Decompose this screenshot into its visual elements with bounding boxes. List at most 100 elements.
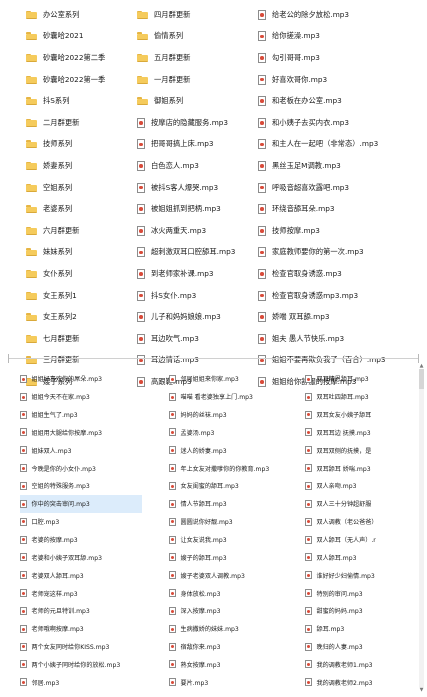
audio-file-item[interactable]: 给你搓澡.mp3 <box>258 26 418 48</box>
audio-file-item[interactable]: 谁好好少妇偷情.mp3 <box>305 566 411 584</box>
audio-file-item[interactable]: 嫂子老婆双人调教.mp3 <box>169 566 294 584</box>
audio-file-item[interactable]: 邻居姐姐来你家.mp3 <box>169 370 294 388</box>
audio-file-item[interactable]: 姐姐好喜欢你的屌朵.mp3 <box>20 370 142 388</box>
audio-file-item[interactable]: 呼吸音超喜欢露吧.mp3 <box>258 177 418 199</box>
audio-file-item[interactable]: 晚归的人妻.mp3 <box>305 638 411 656</box>
audio-file-item[interactable]: 姐夫 愚人节快乐.mp3 <box>258 328 418 350</box>
audio-file-item[interactable]: 把哥哥搞上床.mp3 <box>137 134 259 156</box>
audio-file-item[interactable]: 嫂子的舔耳.mp3 <box>169 548 294 566</box>
audio-file-item[interactable]: 儿子和妈妈娘娘.mp3 <box>137 306 259 328</box>
audio-file-item[interactable]: 技师按摩.mp3 <box>258 220 418 242</box>
audio-file-item[interactable]: 双耳吐四舔耳.mp3 <box>305 388 411 406</box>
scrollbar-thumb[interactable] <box>419 369 424 389</box>
audio-file-item[interactable]: 双耳双侧的抚摸，是 <box>305 441 411 459</box>
audio-file-item[interactable]: 圆圆说你好靓.mp3 <box>169 513 294 531</box>
folder-item[interactable]: 御姐系列 <box>137 90 259 112</box>
folder-item[interactable]: 七月群更新 <box>26 328 130 350</box>
audio-file-item[interactable]: 年上女友对撒嗲你的你教育.mp3 <box>169 459 294 477</box>
folder-item[interactable]: 女王系列2 <box>26 306 130 328</box>
audio-file-item[interactable]: 双耳女友小姨子舔耳 <box>305 406 411 424</box>
audio-file-item[interactable]: 两个女友同时给你KISS.mp3 <box>20 638 142 656</box>
folder-item[interactable]: 一月群更新 <box>137 69 259 91</box>
audio-file-item[interactable]: 甜蜜的妈妈.mp3 <box>305 602 411 620</box>
audio-file-item[interactable]: 迷人的娇妻.mp3 <box>169 441 294 459</box>
audio-file-item[interactable]: 检查官取身诱惑mp3.mp3 <box>258 285 418 307</box>
folder-item[interactable]: 妹妹系列 <box>26 242 130 264</box>
audio-file-item[interactable]: 双人舔耳（无人声）.r <box>305 531 411 549</box>
audio-file-item[interactable]: 双耳耳边 抚摸.mp3 <box>305 424 411 442</box>
audio-file-item[interactable]: 今晚是你的小女仆.mp3 <box>20 459 142 477</box>
audio-file-item[interactable]: 双人亲吻.mp3 <box>305 477 411 495</box>
audio-file-item[interactable]: 老婆和小姨子双耳舔.mp3 <box>20 548 142 566</box>
audio-file-item[interactable]: 要片.mp3 <box>169 673 294 691</box>
audio-file-item[interactable]: 检查官取身诱惑.mp3 <box>258 263 418 285</box>
folder-item[interactable]: 砂囊哈2021 <box>26 26 130 48</box>
audio-file-item[interactable]: 娇喘 双耳舔.mp3 <box>258 306 418 328</box>
folder-item[interactable]: 二月群更新 <box>26 112 130 134</box>
audio-file-item[interactable]: 家庭教师要你的第一次.mp3 <box>258 242 418 264</box>
audio-file-item[interactable]: 两个小姨子同时给你的放松.mp3 <box>20 656 142 674</box>
audio-file-item[interactable]: 双人三十分钟超舒服 <box>305 495 411 513</box>
folder-item[interactable]: 老婆系列 <box>26 198 130 220</box>
audio-file-item[interactable]: 被姐姐抓到把柄.mp3 <box>137 198 259 220</box>
audio-file-item[interactable]: 空姐的特殊服务.mp3 <box>20 477 142 495</box>
folder-item[interactable]: 娇妻系列 <box>26 155 130 177</box>
scroll-down-arrow[interactable]: ▼ <box>419 688 424 693</box>
audio-file-item[interactable]: 好喜欢哥你.mp3 <box>258 69 418 91</box>
audio-file-item[interactable]: 抖S女仆.mp3 <box>137 285 259 307</box>
audio-file-item[interactable]: 超刺激双耳口腔舔耳.mp3 <box>137 242 259 264</box>
audio-file-item[interactable]: 深入按摩.mp3 <box>169 602 294 620</box>
audio-file-item[interactable]: 老师哦啊按摩.mp3 <box>20 620 142 638</box>
folder-item[interactable]: 空姐系列 <box>26 177 130 199</box>
audio-file-item[interactable]: 双耳精恩舔耳.mp3 <box>305 370 411 388</box>
audio-file-item[interactable]: 冰火两重天.mp3 <box>137 220 259 242</box>
audio-file-item[interactable]: 舔耳.mp3 <box>305 620 411 638</box>
audio-file-item[interactable]: 到老师家补课.mp3 <box>137 263 259 285</box>
folder-item[interactable]: 办公室系列 <box>26 4 130 26</box>
folder-item[interactable]: 女王系列1 <box>26 285 130 307</box>
audio-file-item[interactable]: 老婆双人舔耳.mp3 <box>20 566 142 584</box>
folder-item[interactable]: 四月群更新 <box>137 4 259 26</box>
audio-file-item[interactable]: 勾引哥哥.mp3 <box>258 47 418 69</box>
audio-file-item[interactable]: 生病撒娇的妹妹.mp3 <box>169 620 294 638</box>
audio-file-item[interactable]: 特别的审问.mp3 <box>305 584 411 602</box>
audio-file-item[interactable]: 老师的元旦特训.mp3 <box>20 602 142 620</box>
audio-file-item[interactable]: 和主人在一起吧（非常态）.mp3 <box>258 134 418 156</box>
audio-file-item[interactable]: 双耳舔耳 娇喘.mp3 <box>305 459 411 477</box>
audio-file-item[interactable]: 姐姐今天不在家.mp3 <box>20 388 142 406</box>
audio-file-item[interactable]: 给老公的除夕放松.mp3 <box>258 4 418 26</box>
folder-item[interactable]: 偷情系列 <box>137 26 259 48</box>
audio-file-item[interactable]: 女友闺蜜的舔耳.mp3 <box>169 477 294 495</box>
audio-file-item[interactable]: 黑丝玉足M调教.mp3 <box>258 155 418 177</box>
audio-file-item[interactable]: 姐妹双人.mp3 <box>20 441 142 459</box>
audio-file-item[interactable]: 按摩店的隐藏服务.mp3 <box>137 112 259 134</box>
audio-file-item[interactable]: 熟女按摩.mp3 <box>169 656 294 674</box>
audio-file-item[interactable]: 双人调教（老公爸爸） <box>305 513 411 531</box>
audio-file-item[interactable]: 和小姨子去买内衣.mp3 <box>258 112 418 134</box>
audio-file-item[interactable]: 和老板在办公室.mp3 <box>258 90 418 112</box>
audio-file-item[interactable]: 宿敌你来.mp3 <box>169 638 294 656</box>
folder-item[interactable]: 五月群更新 <box>137 47 259 69</box>
folder-item[interactable]: 技师系列 <box>26 134 130 156</box>
audio-file-item[interactable]: 你中的突击审问.mp3 <box>20 494 142 513</box>
folder-item[interactable]: 抖S系列 <box>26 90 130 112</box>
audio-file-item[interactable]: 情人节舔耳.mp3 <box>169 495 294 513</box>
folder-item[interactable]: 六月群更新 <box>26 220 130 242</box>
audio-file-item[interactable]: 孟婆汤.mp3 <box>169 424 294 442</box>
audio-file-item[interactable]: 耳边吹气.mp3 <box>137 328 259 350</box>
audio-file-item[interactable]: 让女友说我.mp3 <box>169 531 294 549</box>
audio-file-item[interactable]: 白色恋人.mp3 <box>137 155 259 177</box>
audio-file-item[interactable]: 身体放松.mp3 <box>169 584 294 602</box>
folder-item[interactable]: 砂囊哈2022第一季 <box>26 69 130 91</box>
audio-file-item[interactable]: 我的调教老师1.mp3 <box>305 656 411 674</box>
audio-file-item[interactable]: 喵喵 看老婆独享上门.mp3 <box>169 388 294 406</box>
audio-file-item[interactable]: 姐姐用大腿给你按摩.mp3 <box>20 424 142 442</box>
folder-item[interactable]: 女仆系列 <box>26 263 130 285</box>
audio-file-item[interactable]: 我的调教老师2.mp3 <box>305 673 411 691</box>
audio-file-item[interactable]: 双人舔耳.mp3 <box>305 548 411 566</box>
folder-item[interactable]: 砂囊哈2022第二季 <box>26 47 130 69</box>
audio-file-item[interactable]: 妈妈的丝袜.mp3 <box>169 406 294 424</box>
audio-file-item[interactable]: 姐姐生气了.mp3 <box>20 406 142 424</box>
audio-file-item[interactable]: 口腔.mp3 <box>20 513 142 531</box>
audio-file-item[interactable]: 老婆的按摩.mp3 <box>20 531 142 549</box>
